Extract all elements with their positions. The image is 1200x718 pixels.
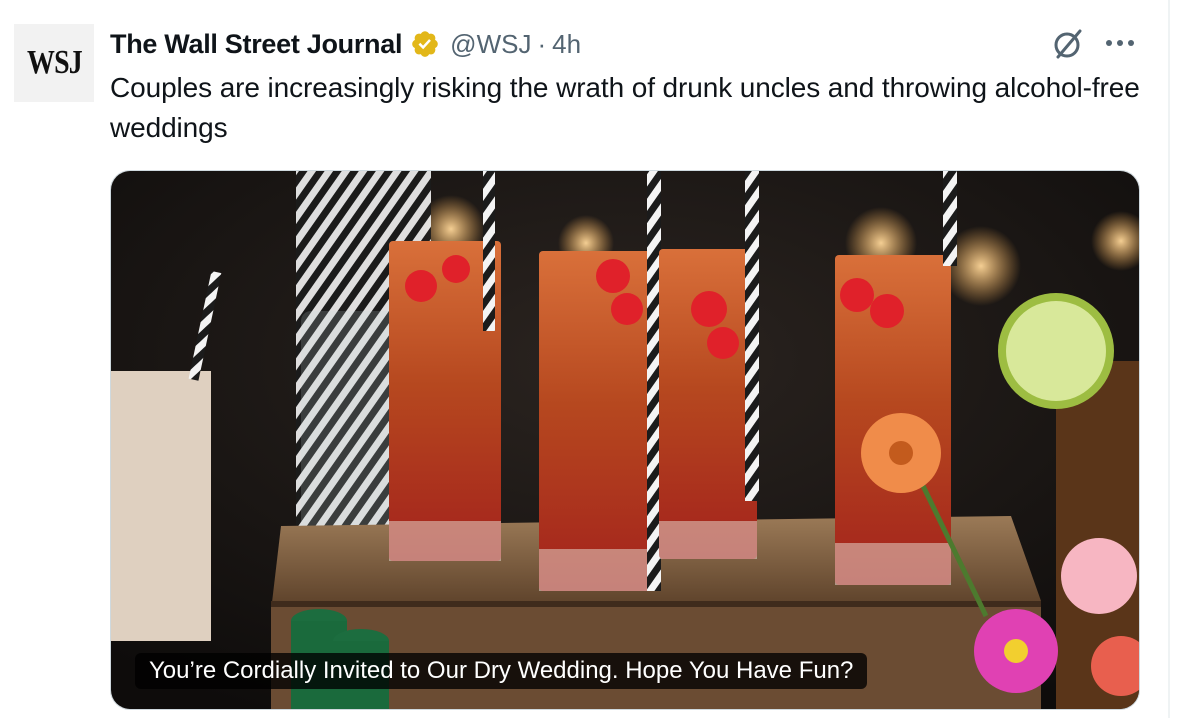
link-card-image[interactable]: You’re Cordially Invited to Our Dry Wedd…	[110, 170, 1140, 710]
grok-icon[interactable]	[1050, 26, 1086, 62]
avatar-logo-text: WSJ	[26, 44, 83, 81]
tweet-header: The Wall Street Journal @WSJ · 4h	[110, 24, 581, 64]
mocktail-photo	[111, 171, 1139, 709]
timeline-divider	[1168, 0, 1170, 718]
avatar[interactable]: WSJ	[14, 24, 94, 102]
tweet[interactable]: WSJ The Wall Street Journal @WSJ · 4h Co…	[0, 0, 1200, 718]
author-name[interactable]: The Wall Street Journal	[110, 29, 402, 60]
verified-badge-icon[interactable]	[410, 29, 440, 59]
timestamp[interactable]: 4h	[552, 29, 581, 60]
tweet-text: Couples are increasingly risking the wra…	[110, 72, 1140, 143]
more-options-icon[interactable]	[1101, 30, 1141, 56]
link-card-title[interactable]: You’re Cordially Invited to Our Dry Wedd…	[135, 653, 868, 689]
author-handle[interactable]: @WSJ	[450, 29, 531, 60]
dot-separator: ·	[537, 28, 547, 59]
